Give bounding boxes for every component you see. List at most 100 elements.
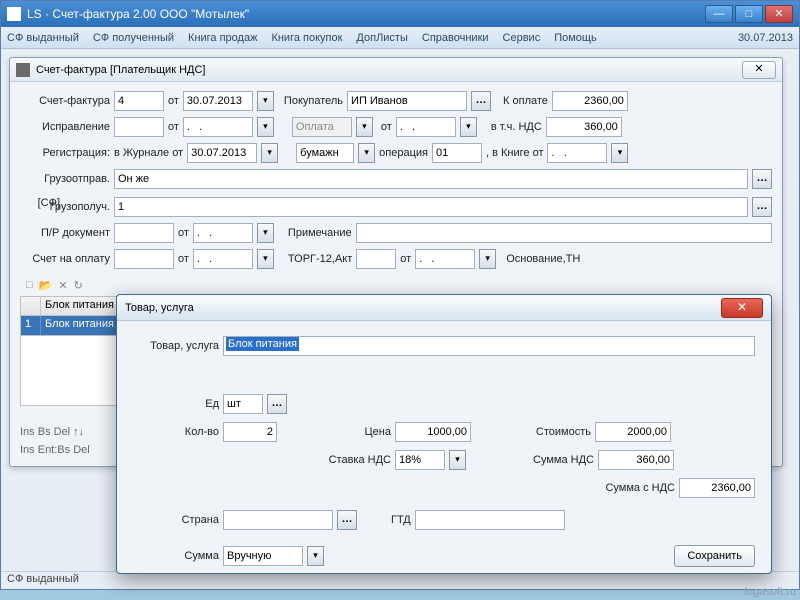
paper-dropdown-icon[interactable]: ▾ xyxy=(358,143,375,163)
label-journal: в Журнале от xyxy=(114,147,183,159)
menu-item[interactable]: Сервис xyxy=(503,32,541,44)
app-title: LS · Счет-фактура 2.00 ООО "Мотылек" xyxy=(27,7,705,21)
dialog-body: Товар, услуга Блок питания Ед … Кол-во Ц… xyxy=(117,321,771,587)
menu-item[interactable]: Справочники xyxy=(422,32,489,44)
label-vatrate: Ставка НДС xyxy=(311,454,391,466)
date-input[interactable] xyxy=(183,91,253,111)
total-input[interactable] xyxy=(679,478,755,498)
menu-item[interactable]: ДопЛисты xyxy=(356,32,407,44)
label-price: Цена xyxy=(311,426,391,438)
invoice-title: Счет-фактура [Плательщик НДС] xyxy=(36,64,742,76)
pay-date-dropdown-icon[interactable]: ▾ xyxy=(460,117,477,137)
topay-input[interactable] xyxy=(552,91,628,111)
payinv-date-input[interactable] xyxy=(193,249,253,269)
document-icon xyxy=(16,63,30,77)
torg-input[interactable] xyxy=(356,249,396,269)
label-book: , в Книге от xyxy=(486,147,544,159)
unit-lookup-button[interactable]: … xyxy=(267,394,287,414)
buyer-input[interactable] xyxy=(347,91,467,111)
note-input[interactable] xyxy=(356,223,772,243)
label-payinv: Счет на оплату xyxy=(20,253,110,265)
label-ot6: от xyxy=(400,253,411,265)
vat-input[interactable] xyxy=(546,117,622,137)
dialog-title: Товар, услуга xyxy=(125,302,721,314)
save-button[interactable]: Сохранить xyxy=(674,545,755,567)
close-button[interactable]: ✕ xyxy=(765,5,793,23)
country-lookup-button[interactable]: … xyxy=(337,510,357,530)
label-buyer: Покупатель xyxy=(284,95,343,107)
sum-dropdown-icon[interactable]: ▾ xyxy=(307,546,324,566)
col-num xyxy=(21,297,41,315)
consignee-input[interactable] xyxy=(114,197,748,217)
prdoc-date-dropdown-icon[interactable]: ▾ xyxy=(257,223,274,243)
label-torg: ТОРГ-12,Акт xyxy=(288,253,352,265)
op-input[interactable] xyxy=(432,143,482,163)
toolbar-icon[interactable]: ✕ xyxy=(58,279,67,292)
torg-date-input[interactable] xyxy=(415,249,475,269)
label-topay: К оплате xyxy=(503,95,548,107)
menubar: СФ выданный СФ полученный Книга продаж К… xyxy=(1,27,799,49)
dialog-close-button[interactable]: ✕ xyxy=(721,298,763,318)
dialog-titlebar: Товар, услуга ✕ xyxy=(117,295,771,321)
menu-item[interactable]: СФ полученный xyxy=(93,32,174,44)
label-total: Сумма с НДС xyxy=(589,482,675,494)
label-vat: в т.ч. НДС xyxy=(491,121,542,133)
vatrate-dropdown-icon[interactable]: ▾ xyxy=(449,450,466,470)
invoice-close-button[interactable]: ✕ xyxy=(742,61,776,79)
reg-date-dropdown-icon[interactable]: ▾ xyxy=(261,143,278,163)
corr-date-input[interactable] xyxy=(183,117,253,137)
toolbar-icon[interactable]: ↻ xyxy=(74,279,83,292)
country-input[interactable] xyxy=(223,510,333,530)
gtd-input[interactable] xyxy=(415,510,565,530)
book-date-dropdown-icon[interactable]: ▾ xyxy=(611,143,628,163)
label-basis: Основание,ТН xyxy=(506,253,580,265)
payinv-input[interactable] xyxy=(114,249,174,269)
payment-dropdown-icon[interactable]: ▾ xyxy=(356,117,373,137)
buyer-lookup-button[interactable]: … xyxy=(471,91,491,111)
toolbar-icon[interactable]: □ xyxy=(26,279,33,291)
menu-item[interactable]: Книга продаж xyxy=(188,32,257,44)
number-input[interactable] xyxy=(114,91,164,111)
label-unit: Ед xyxy=(133,398,219,410)
label-vatsum: Сумма НДС xyxy=(508,454,594,466)
label-shipper: Грузоотправ. xyxy=(20,173,110,185)
book-date-input[interactable] xyxy=(547,143,607,163)
sum-mode-input[interactable] xyxy=(223,546,303,566)
consignee-lookup-button[interactable]: … xyxy=(752,197,772,217)
label-ot2: от xyxy=(168,121,179,133)
prdoc-input[interactable] xyxy=(114,223,174,243)
correction-input[interactable] xyxy=(114,117,164,137)
minimize-button[interactable]: — xyxy=(705,5,733,23)
date-dropdown-icon[interactable]: ▾ xyxy=(257,91,274,111)
shipper-lookup-button[interactable]: … xyxy=(752,169,772,189)
grid-toolbar: □ 📂 ✕ ↻ xyxy=(20,274,772,296)
menu-item[interactable]: Помощь xyxy=(554,32,597,44)
watermark: lugasoft.ru xyxy=(745,586,796,598)
label-qty: Кол-во xyxy=(133,426,219,438)
vatsum-input[interactable] xyxy=(598,450,674,470)
price-input[interactable] xyxy=(395,422,471,442)
corr-date-dropdown-icon[interactable]: ▾ xyxy=(257,117,274,137)
cost-input[interactable] xyxy=(595,422,671,442)
torg-date-dropdown-icon[interactable]: ▾ xyxy=(479,249,496,269)
paper-input[interactable] xyxy=(296,143,354,163)
label-ot: от xyxy=(168,95,179,107)
vatrate-input[interactable] xyxy=(395,450,445,470)
item-dialog: Товар, услуга ✕ Товар, услуга Блок питан… xyxy=(116,294,772,574)
label-ot4: от xyxy=(178,227,189,239)
label-cost: Стоимость xyxy=(505,426,591,438)
menu-item[interactable]: Книга покупок xyxy=(271,32,342,44)
toolbar-icon[interactable]: 📂 xyxy=(39,279,53,292)
prdoc-date-input[interactable] xyxy=(193,223,253,243)
payinv-date-dropdown-icon[interactable]: ▾ xyxy=(257,249,274,269)
col-item: Блок питания xyxy=(41,297,127,315)
pay-date-input[interactable] xyxy=(396,117,456,137)
qty-input[interactable] xyxy=(223,422,277,442)
reg-date-input[interactable] xyxy=(187,143,257,163)
maximize-button[interactable]: □ xyxy=(735,5,763,23)
menu-item[interactable]: СФ выданный xyxy=(7,32,79,44)
shipper-input[interactable] xyxy=(114,169,748,189)
unit-input[interactable] xyxy=(223,394,263,414)
item-input[interactable]: Блок питания xyxy=(223,336,755,356)
label-ot5: от xyxy=(178,253,189,265)
